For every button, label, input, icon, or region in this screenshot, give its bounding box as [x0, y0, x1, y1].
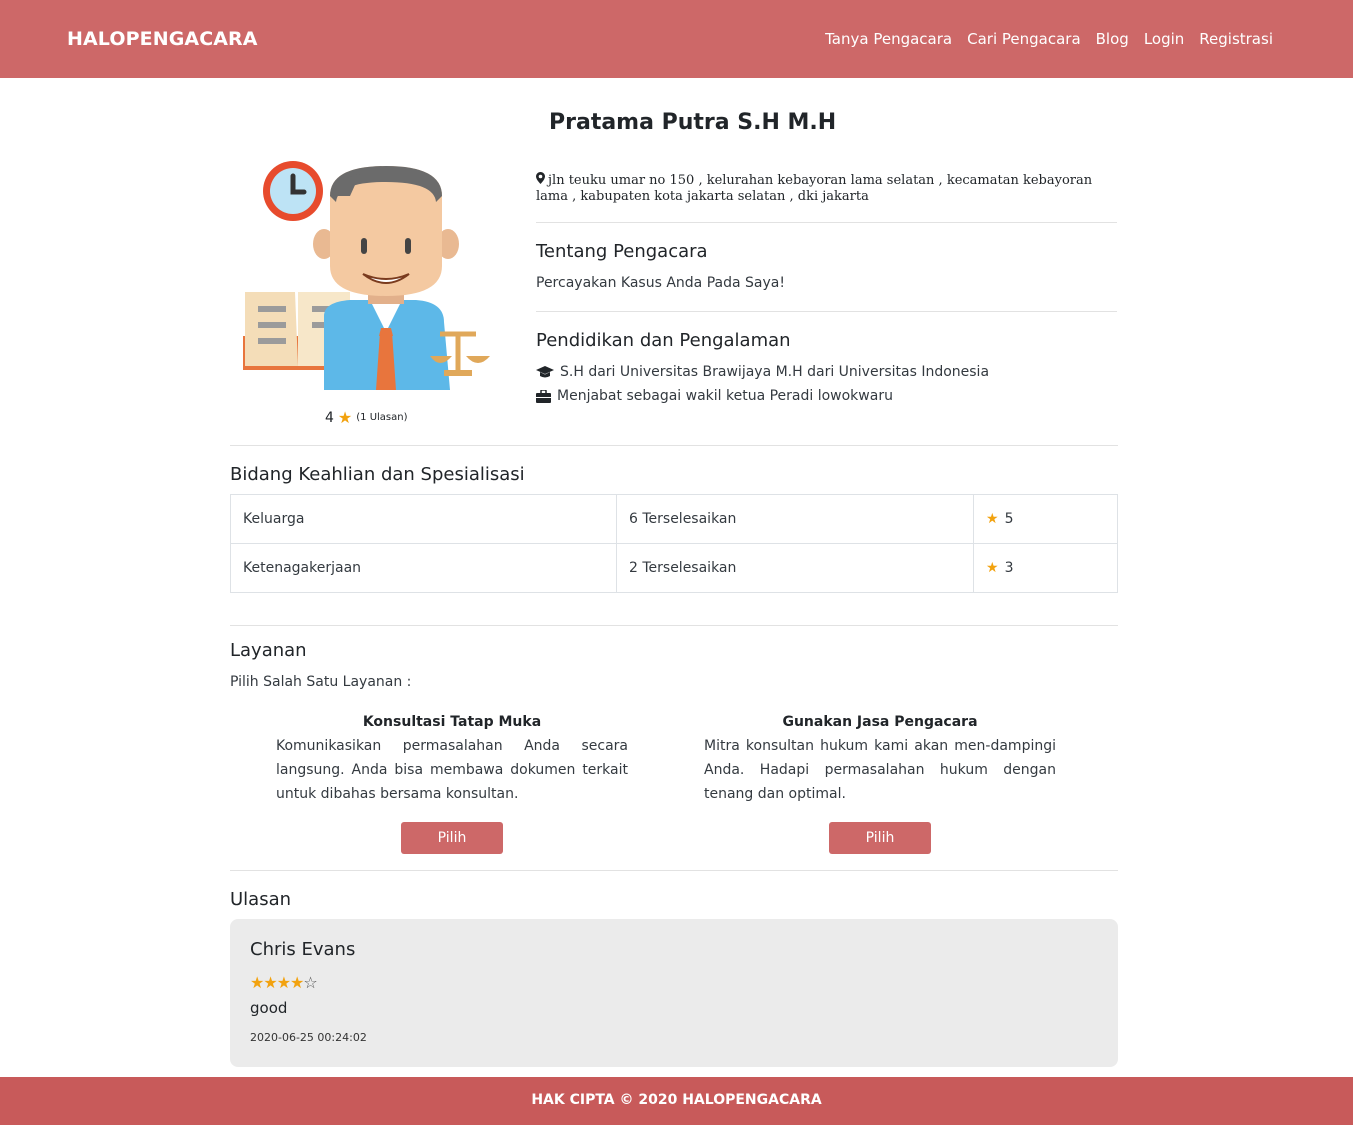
navbar: HALOPENGACARA Tanya Pengacara Cari Penga… [0, 0, 1353, 78]
brand-logo[interactable]: HALOPENGACARA [67, 28, 258, 50]
skill-completed: 6 Terselesaikan [616, 494, 974, 544]
star-filled-icon: ★ [263, 973, 277, 992]
star-icon: ★ [986, 560, 999, 576]
about-text: Percayakan Kasus Anda Pada Saya! [536, 275, 785, 291]
divider [230, 625, 1118, 626]
star-filled-icon: ★ [250, 973, 264, 992]
table-row: Ketenagakerjaan 2 Terselesaikan ★ 3 [230, 543, 1118, 593]
briefcase-icon [536, 389, 551, 403]
reviewer-name: Chris Evans [250, 939, 356, 960]
review-card: Chris Evans ★★★★☆ good 2020-06-25 00:24:… [230, 919, 1118, 1067]
address-text: jln teuku umar no 150 , kelurahan kebayo… [536, 173, 1093, 204]
lawyer-name: Pratama Putra S.H M.H [549, 110, 837, 135]
rating-count: (1 Ulasan) [356, 412, 408, 423]
review-date: 2020-06-25 00:24:02 [250, 1031, 367, 1044]
nav-links: Tanya Pengacara Cari Pengacara Blog Logi… [825, 30, 1273, 48]
skill-rating-cell: ★ 5 [973, 494, 1118, 544]
reviews-heading: Ulasan [230, 889, 292, 910]
nav-link-cari-pengacara[interactable]: Cari Pengacara [967, 30, 1081, 48]
experience-text: Menjabat sebagai wakil ketua Peradi lowo… [557, 388, 893, 404]
about-heading: Tentang Pengacara [536, 241, 708, 262]
skill-completed: 2 Terselesaikan [616, 543, 974, 593]
star-filled-icon: ★ [290, 973, 304, 992]
star-filled-icon: ★ [276, 973, 291, 992]
rating-value: 4 [325, 409, 334, 426]
skills-table: Keluarga 6 Terselesaikan ★ 5 Ketenagakerj… [230, 494, 1118, 593]
star-icon: ★ [337, 408, 353, 427]
services-heading: Layanan [230, 640, 307, 661]
service-desc-konsultasi: Komunikasikan permasalahan Anda secara l… [276, 738, 628, 802]
divider [230, 445, 1118, 446]
skills-heading: Bidang Keahlian dan Spesialisasi [230, 464, 525, 485]
divider [536, 311, 1117, 312]
overall-rating: 4 ★ (1 Ulasan) [325, 408, 408, 427]
map-marker-icon [536, 172, 545, 184]
pilih-konsultasi-button[interactable]: Pilih [401, 822, 503, 854]
skill-rating: 5 [1004, 511, 1014, 527]
education-text: S.H dari Universitas Brawijaya M.H dari … [560, 364, 990, 380]
experience-line: Menjabat sebagai wakil ketua Peradi lowo… [536, 388, 893, 404]
service-desc-jasa-pengacara: Mitra konsultan hukum kami akan men-damp… [704, 738, 1056, 802]
nav-link-tanya-pengacara[interactable]: Tanya Pengacara [825, 30, 952, 48]
review-stars: ★★★★☆ [250, 973, 318, 992]
service-title-konsultasi: Konsultasi Tatap Muka [362, 714, 542, 730]
graduation-cap-icon [536, 366, 554, 378]
services-subheading: Pilih Salah Satu Layanan : [230, 674, 412, 690]
star-icon: ★ [986, 511, 999, 527]
skill-area: Keluarga [230, 494, 617, 544]
footer: HAK CIPTA © 2020 HALOPENGACARA [0, 1077, 1353, 1125]
table-row: Keluarga 6 Terselesaikan ★ 5 [230, 494, 1118, 544]
divider [536, 222, 1117, 223]
education-heading: Pendidikan dan Pengalaman [536, 330, 791, 351]
lawyer-avatar-illustration [243, 161, 490, 390]
star-empty-icon: ☆ [303, 973, 317, 992]
nav-link-login[interactable]: Login [1144, 30, 1184, 48]
service-title-jasa-pengacara: Gunakan Jasa Pengacara [782, 714, 978, 730]
skill-area: Ketenagakerjaan [230, 543, 617, 593]
nav-link-blog[interactable]: Blog [1096, 30, 1129, 48]
address-block: jln teuku umar no 150 , kelurahan kebayo… [536, 172, 1121, 205]
divider [230, 870, 1118, 871]
nav-link-registrasi[interactable]: Registrasi [1199, 30, 1273, 48]
skill-rating-cell: ★ 3 [973, 543, 1118, 593]
skill-rating: 3 [1004, 560, 1014, 576]
education-line: S.H dari Universitas Brawijaya M.H dari … [536, 364, 989, 380]
pilih-jasa-pengacara-button[interactable]: Pilih [829, 822, 931, 854]
review-text: good [250, 999, 288, 1017]
